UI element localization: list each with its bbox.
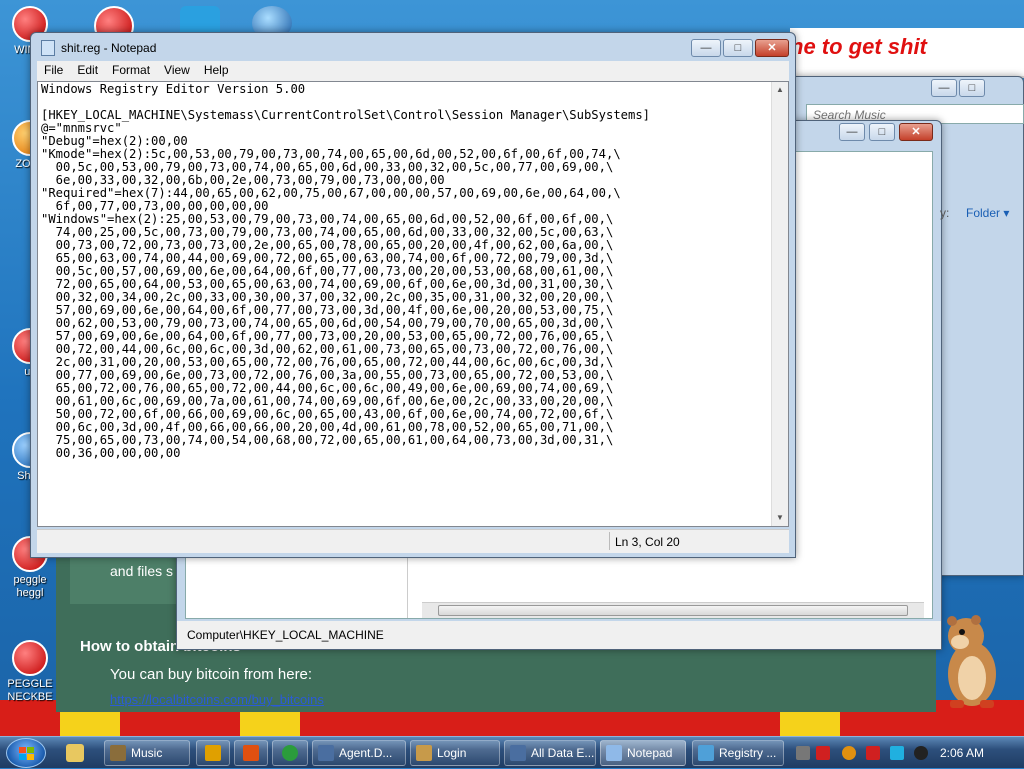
scroll-up-icon[interactable]: ▲ — [772, 82, 788, 98]
maximize-button[interactable]: □ — [959, 79, 985, 97]
login-icon — [416, 745, 432, 761]
folder-icon — [110, 745, 126, 761]
editor-content[interactable]: Windows Registry Editor Version 5.00 [HK… — [41, 83, 770, 460]
menu-format[interactable]: Format — [105, 61, 157, 81]
peggle-icon — [12, 640, 48, 676]
maximize-button[interactable]: □ — [723, 39, 753, 57]
horizontal-scrollbar[interactable] — [422, 602, 924, 618]
taskbar-item-alldata[interactable]: All Data E... — [504, 740, 596, 766]
app-icon — [243, 745, 259, 761]
status-bar: Computer\HKEY_LOCAL_MACHINE — [177, 621, 941, 649]
explorer-quicklaunch-icon[interactable] — [66, 744, 84, 762]
taskbar-item-media[interactable] — [196, 740, 230, 766]
folder-dropdown[interactable]: Folder ▾ — [966, 206, 1009, 220]
taskbar-item-login[interactable]: Login — [410, 740, 500, 766]
notepad-window[interactable]: shit.reg - Notepad — □ ✕ File Edit Forma… — [30, 32, 796, 558]
menu-bar: File Edit Format View Help — [37, 61, 789, 81]
status-separator — [609, 532, 610, 550]
title-bar[interactable]: — □ — [791, 77, 1023, 105]
close-button[interactable]: ✕ — [899, 123, 933, 141]
vertical-scrollbar[interactable]: ▲ ▼ — [771, 82, 788, 526]
chevron-down-icon: ▾ — [1003, 206, 1010, 220]
taskbar-item-chrome[interactable] — [272, 740, 308, 766]
title-bar[interactable]: shit.reg - Notepad — □ ✕ — [31, 33, 795, 61]
minimize-button[interactable]: — — [839, 123, 865, 141]
files-text: and files s — [110, 563, 174, 579]
desktop-icon-peggle-neckbeard[interactable]: PEGGLE NECKBE — [4, 640, 56, 704]
browser-page-fragment: ne to get shit — [790, 28, 1024, 78]
system-tray — [790, 737, 1024, 769]
cursor-position: Ln 3, Col 20 — [615, 535, 680, 549]
bitcoin-link[interactable]: https://localbitcoins.com/buy_bitcoins — [110, 692, 324, 707]
tray-monitor-icon[interactable] — [890, 746, 904, 760]
menu-edit[interactable]: Edit — [70, 61, 105, 81]
media-player-icon — [205, 745, 221, 761]
taskbar-item-agent[interactable]: Agent.D... — [312, 740, 406, 766]
window-title: shit.reg - Notepad — [61, 41, 157, 55]
chrome-icon — [282, 745, 298, 761]
registry-icon — [698, 745, 714, 761]
start-button[interactable] — [6, 738, 46, 768]
windows-logo-icon — [19, 747, 34, 760]
clock[interactable]: 2:06 AM — [940, 746, 984, 760]
maximize-button[interactable]: □ — [869, 123, 895, 141]
tray-flag-icon[interactable] — [866, 746, 880, 760]
hamster-mascot-image — [947, 615, 996, 708]
scroll-thumb[interactable] — [438, 605, 908, 616]
taskbar-item-registry[interactable]: Registry ... — [692, 740, 784, 766]
taskbar-item-notepad[interactable]: Notepad — [600, 740, 686, 766]
scroll-down-icon[interactable]: ▼ — [772, 510, 788, 526]
taskbar: Music Agent.D... Login All Data E... Not… — [0, 736, 1024, 768]
minimize-button[interactable]: — — [931, 79, 957, 97]
tray-search-icon[interactable] — [842, 746, 856, 760]
window-icon — [318, 745, 334, 761]
folder-prefix: y: — [940, 206, 950, 220]
taskbar-item-app[interactable] — [234, 740, 268, 766]
close-button[interactable]: ✕ — [755, 39, 789, 57]
status-bar: Ln 3, Col 20 — [37, 529, 789, 553]
menu-view[interactable]: View — [157, 61, 197, 81]
notepad-icon — [41, 40, 55, 56]
window-icon — [510, 745, 526, 761]
tray-icon[interactable] — [796, 746, 810, 760]
text-editor[interactable]: Windows Registry Editor Version 5.00 [HK… — [37, 81, 789, 527]
notepad-icon — [606, 745, 622, 761]
tray-v-icon[interactable] — [816, 746, 830, 760]
taskbar-item-music[interactable]: Music — [104, 740, 190, 766]
minimize-button[interactable]: — — [691, 39, 721, 57]
menu-file[interactable]: File — [37, 61, 70, 81]
page-banner: ne to get shit — [790, 34, 927, 59]
menu-help[interactable]: Help — [197, 61, 236, 81]
buy-text: You can buy bitcoin from here: — [110, 666, 313, 683]
tray-volume-icon[interactable] — [914, 746, 928, 760]
